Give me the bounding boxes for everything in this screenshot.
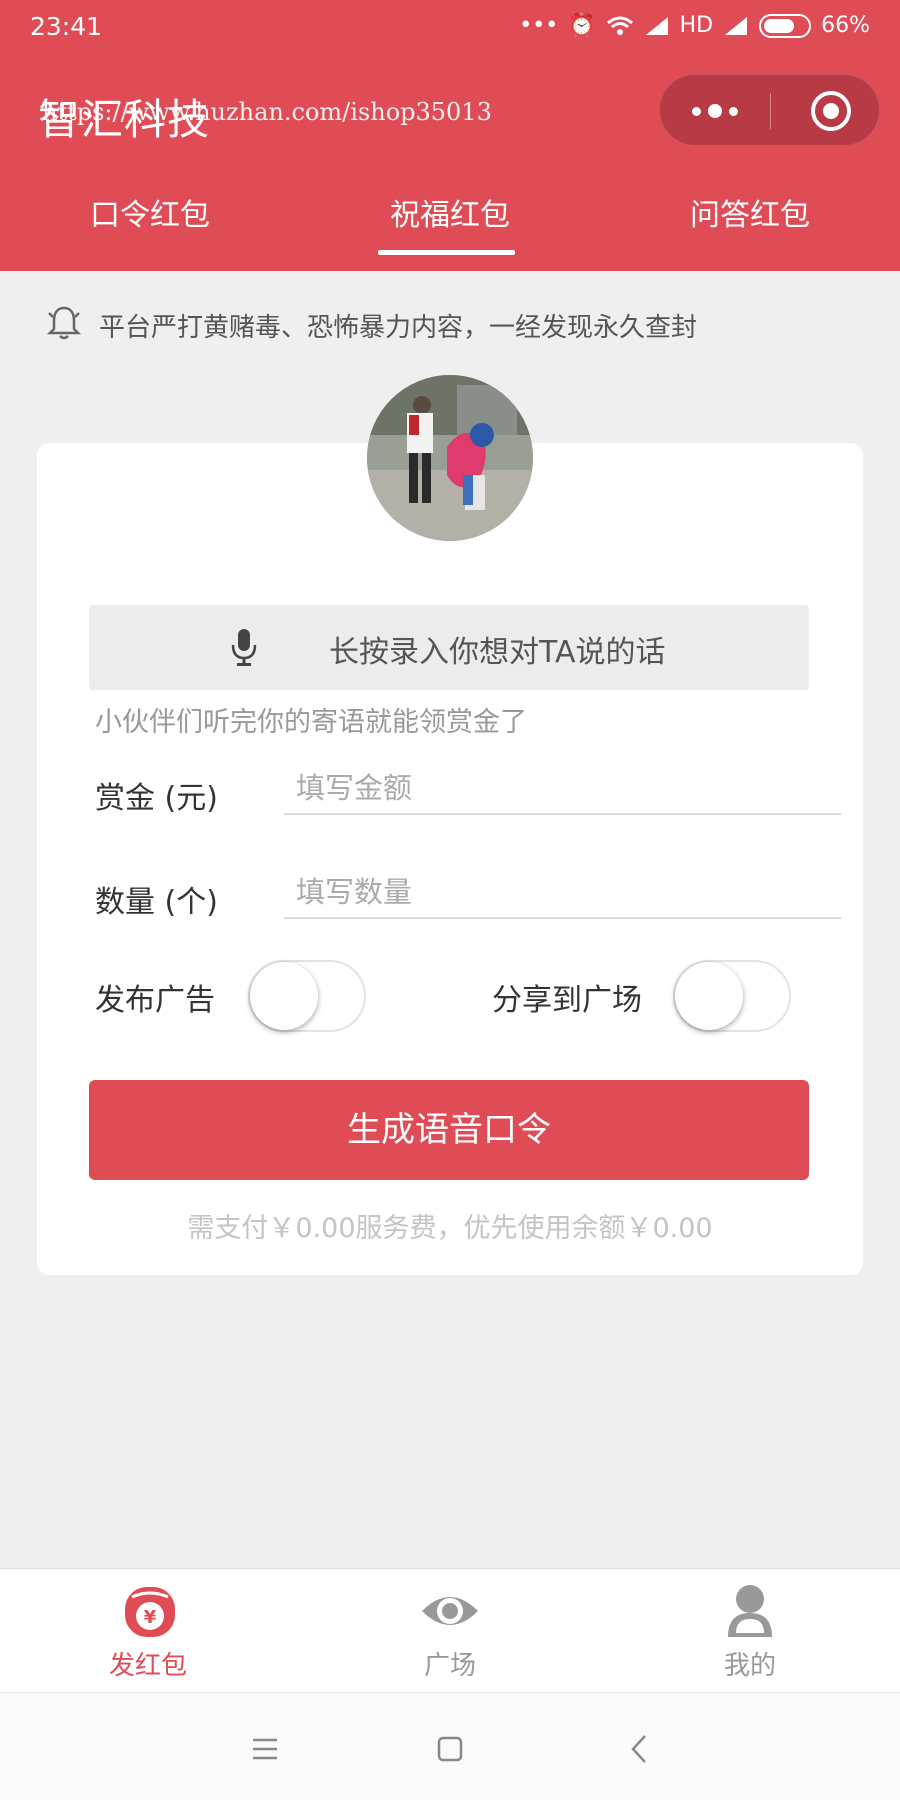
record-hint-text: 小伙伴们听完你的寄语就能领赏金了 bbox=[95, 707, 527, 738]
tabbar-label-send-packet: 发红包 bbox=[108, 1651, 187, 1681]
alarm-icon: ⏰ bbox=[568, 13, 596, 38]
more-icon[interactable] bbox=[660, 75, 770, 147]
microphone-icon bbox=[231, 629, 257, 666]
notice-text: 平台严打黄赌毒、恐怖暴力内容，一经发现永久查封 bbox=[99, 313, 698, 343]
active-tab-indicator bbox=[378, 250, 515, 255]
tabbar-label-square: 广场 bbox=[423, 1651, 476, 1681]
wifi-icon bbox=[606, 16, 633, 35]
home-icon[interactable] bbox=[430, 1729, 470, 1769]
status-icons: ••• ⏰ HD 66% bbox=[519, 12, 870, 40]
tabbar-item-send-packet[interactable]: ¥ 发红包 bbox=[0, 1569, 300, 1693]
user-icon bbox=[728, 1585, 772, 1637]
status-bar: 23:41 ••• ⏰ HD 66% bbox=[0, 0, 900, 56]
count-input[interactable] bbox=[284, 867, 841, 919]
bell-icon bbox=[46, 306, 82, 340]
svg-text:¥: ¥ bbox=[144, 1607, 157, 1628]
battery-icon bbox=[759, 14, 812, 38]
record-voice-label: 长按录入你想对TA说的话 bbox=[329, 635, 666, 670]
packet-type-tabs: 口令红包 祝福红包 问答红包 bbox=[0, 190, 900, 271]
service-fee-text: 需支付￥0.00服务费，优先使用余额￥0.00 bbox=[187, 1213, 713, 1244]
tabbar-item-square[interactable]: 广场 bbox=[300, 1569, 600, 1693]
nav-bar: 智汇科技 https://www.huzhan.com/ishop35013 bbox=[0, 64, 900, 159]
publish-ad-toggle[interactable] bbox=[248, 960, 366, 1032]
back-icon[interactable] bbox=[620, 1729, 660, 1769]
amount-input[interactable] bbox=[284, 763, 841, 815]
amount-label: 赏金 (元) bbox=[95, 781, 218, 816]
dots-icon: ••• bbox=[519, 13, 559, 38]
red-packet-icon: ¥ bbox=[125, 1587, 175, 1637]
app-header: 23:41 ••• ⏰ HD 66% 智汇科技 https://www.huzh… bbox=[0, 0, 900, 271]
capsule-divider bbox=[770, 93, 771, 129]
status-time: 23:41 bbox=[30, 12, 103, 41]
system-navigation-bar bbox=[0, 1692, 900, 1800]
watermark-text: https://www.huzhan.com/ishop35013 bbox=[42, 98, 492, 126]
avatar bbox=[367, 375, 533, 541]
bottom-tab-bar: ¥ 发红包 广场 我的 bbox=[0, 1568, 900, 1692]
signal-icon bbox=[645, 17, 668, 35]
signal-icon bbox=[725, 17, 748, 35]
battery-percent: 66% bbox=[821, 13, 870, 38]
record-voice-button[interactable]: 长按录入你想对TA说的话 bbox=[89, 605, 809, 690]
tab-quiz-packet[interactable]: 问答红包 bbox=[600, 190, 900, 234]
menu-icon[interactable] bbox=[245, 1729, 285, 1769]
mini-program-capsule bbox=[659, 74, 880, 146]
share-to-square-toggle[interactable] bbox=[673, 960, 791, 1032]
publish-ad-label: 发布广告 bbox=[95, 983, 215, 1018]
avatar-photo bbox=[367, 375, 533, 541]
tab-blessing-packet[interactable]: 祝福红包 bbox=[300, 190, 600, 234]
network-label: HD bbox=[679, 13, 714, 38]
tab-command-packet[interactable]: 口令红包 bbox=[0, 190, 300, 234]
notice-bar: 平台严打黄赌毒、恐怖暴力内容，一经发现永久查封 bbox=[0, 271, 900, 381]
tabbar-label-mine: 我的 bbox=[723, 1651, 776, 1681]
close-icon[interactable] bbox=[811, 91, 851, 131]
tabbar-item-mine[interactable]: 我的 bbox=[600, 1569, 900, 1693]
eye-icon bbox=[422, 1597, 478, 1625]
count-label: 数量 (个) bbox=[95, 885, 218, 920]
generate-voice-command-button[interactable]: 生成语音口令 bbox=[89, 1080, 809, 1180]
share-to-square-label: 分享到广场 bbox=[492, 983, 642, 1018]
packet-form-card: 长按录入你想对TA说的话 小伙伴们听完你的寄语就能领赏金了 赏金 (元) 数量 … bbox=[37, 443, 863, 1275]
